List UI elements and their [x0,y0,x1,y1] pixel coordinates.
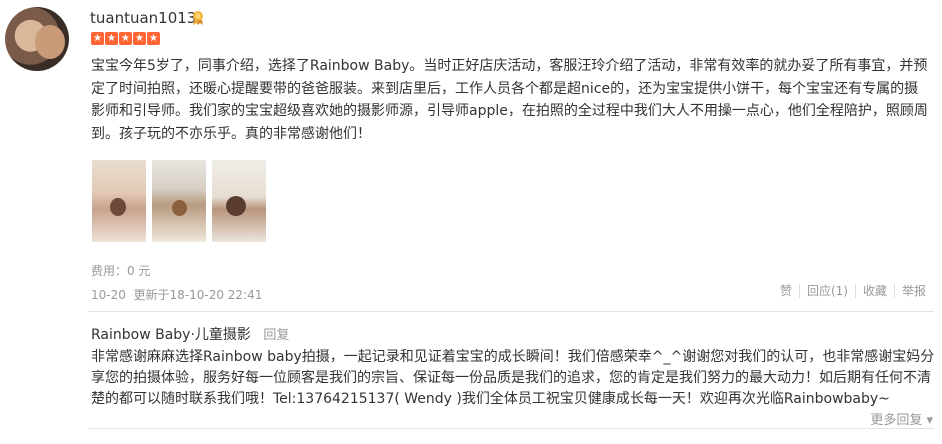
review-text: 宝宝今年5岁了，同事介绍，选择了Rainbow Baby。当时正好店庆活动，客服… [91,58,928,142]
star-icon: ★ [133,32,146,45]
review-updated: 更新于18-10-20 22:41 [133,288,263,302]
merchant-reply-text: 非常感谢麻麻选择Rainbow baby拍摄，一起记录和见证着宝宝的成长瞬间！我… [91,349,935,407]
vip-badge-icon [193,11,203,25]
reply-link[interactable]: 回复 [263,328,289,343]
reply-count-button[interactable]: 回应(1) [798,284,855,298]
username[interactable]: tuantuan1013 [90,9,196,27]
review-photo[interactable] [152,160,206,242]
star-icon: ★ [147,32,160,45]
review-photo[interactable] [92,160,146,242]
report-button[interactable]: 举报 [893,284,933,298]
star-icon: ★ [119,32,132,45]
review-photos [92,160,266,242]
like-button[interactable]: 赞 [773,284,799,298]
review-meta: 10-20 更新于18-10-20 22:41 [91,286,262,303]
review-photo[interactable] [212,160,266,242]
star-icon: ★ [105,32,118,45]
fee-info: 费用：0 元 [91,262,150,279]
merchant-reply-header: Rainbow Baby·儿童摄影 回复 [91,324,289,344]
more-replies-link[interactable]: 更多回复 ▾ [870,409,933,428]
review-actions: 赞 回应(1) 收藏 举报 [773,284,933,298]
divider [88,428,934,429]
user-avatar[interactable] [5,7,69,71]
fee-value: 0 元 [127,264,151,278]
merchant-name: Rainbow Baby·儿童摄影 [91,327,251,343]
rating-stars: ★ ★ ★ ★ ★ [91,32,160,45]
divider [88,311,934,312]
star-icon: ★ [91,32,104,45]
fee-label: 费用： [91,264,128,278]
favorite-button[interactable]: 收藏 [854,284,894,298]
review-date: 10-20 [91,288,126,302]
